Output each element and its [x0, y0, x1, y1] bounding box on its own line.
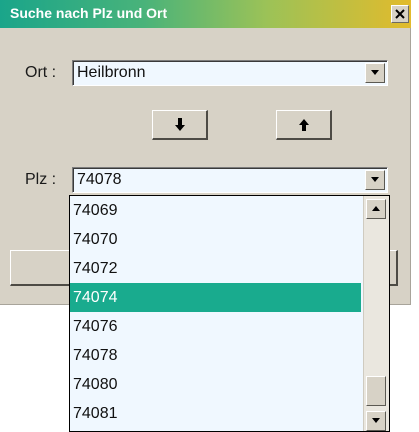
- ort-label: Ort :: [25, 64, 57, 81]
- plz-combobox[interactable]: 74078: [72, 167, 388, 193]
- list-item[interactable]: 74080: [70, 370, 361, 399]
- list-item[interactable]: 74072: [70, 254, 361, 283]
- plz-dropdown-list: 74069 74070 74072 74074 74076 74078 7408…: [69, 195, 390, 432]
- close-button[interactable]: [391, 5, 409, 23]
- list-scrollbar[interactable]: [363, 196, 389, 431]
- plz-value: 74078: [77, 171, 122, 188]
- list-item-selected[interactable]: 74074: [70, 283, 361, 312]
- chevron-down-icon: [372, 418, 380, 423]
- move-up-button[interactable]: [276, 110, 332, 140]
- scroll-up-button[interactable]: [366, 199, 386, 219]
- plz-dropdown-button[interactable]: [365, 170, 385, 190]
- list-item[interactable]: 74076: [70, 312, 361, 341]
- list-item[interactable]: 74070: [70, 225, 361, 254]
- chevron-down-icon: [371, 177, 379, 182]
- close-icon: [395, 9, 405, 19]
- list-item[interactable]: 74078: [70, 341, 361, 370]
- list-item[interactable]: 74069: [70, 196, 361, 225]
- scroll-thumb[interactable]: [366, 376, 386, 406]
- move-down-button[interactable]: [152, 110, 208, 140]
- chevron-down-icon: [371, 70, 379, 75]
- arrow-down-icon: [174, 117, 185, 131]
- ort-combobox[interactable]: Heilbronn: [72, 60, 388, 86]
- scroll-down-button[interactable]: [366, 411, 386, 431]
- ort-dropdown-button[interactable]: [365, 63, 385, 83]
- arrow-up-icon: [298, 118, 309, 131]
- title-bar: Suche nach Plz und Ort: [0, 0, 411, 28]
- plz-label: Plz :: [25, 171, 57, 188]
- ort-value: Heilbronn: [77, 64, 146, 81]
- chevron-up-icon: [372, 206, 380, 211]
- list-item[interactable]: 74081: [70, 399, 361, 428]
- window-title: Suche nach Plz und Ort: [10, 5, 168, 21]
